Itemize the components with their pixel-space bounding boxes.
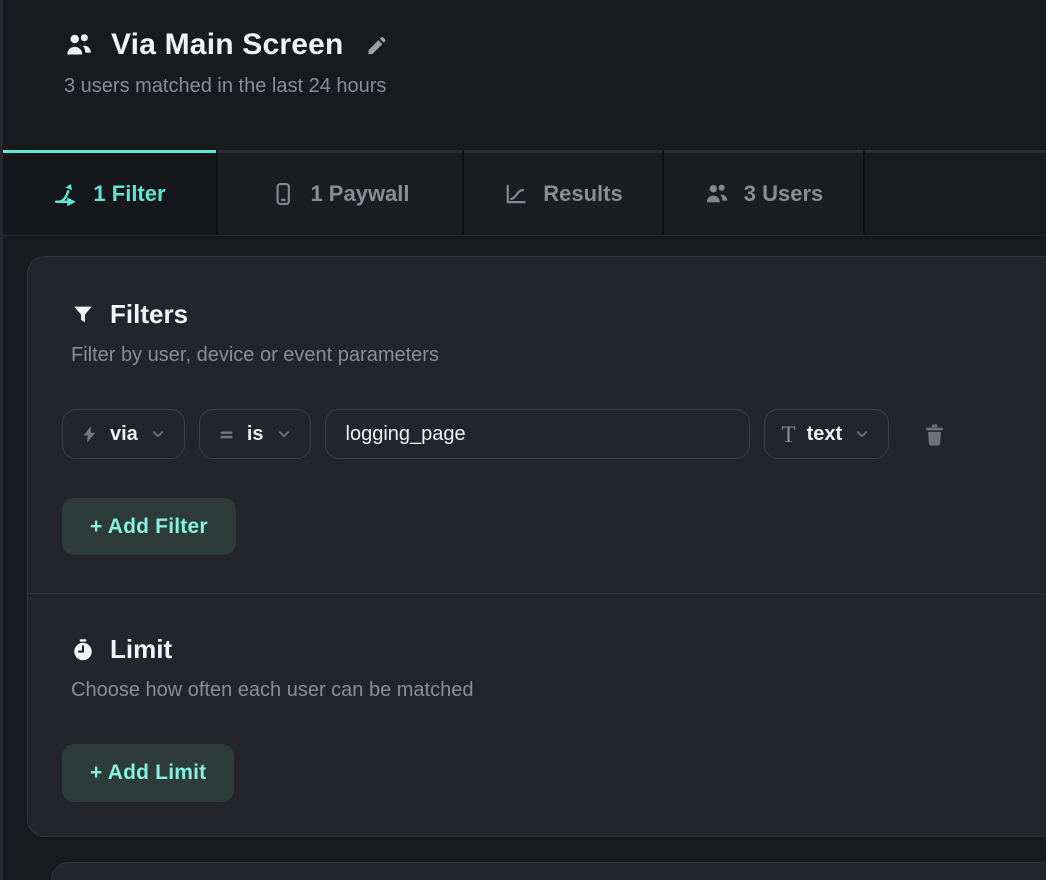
match-summary: 3 users matched in the last 24 hours (64, 75, 1046, 98)
chevron-down-icon (149, 425, 167, 443)
main-content: Filters Filter by user, device or event … (3, 236, 1046, 880)
tab-filter[interactable]: 1 Filter (3, 150, 216, 235)
tab-label: Results (543, 181, 622, 207)
audience-panel: Via Main Screen 3 users matched in the l… (0, 0, 1046, 880)
header: Via Main Screen 3 users matched in the l… (3, 0, 1046, 150)
field-label: via (110, 423, 138, 446)
section-title: Filters (110, 299, 188, 330)
text-type-icon: T (782, 423, 796, 446)
section-title: Limit (110, 634, 172, 665)
tab-results[interactable]: Results (464, 150, 662, 235)
operator-dropdown[interactable]: is (199, 409, 311, 459)
chevron-down-icon (275, 425, 293, 443)
delete-filter-button[interactable] (922, 422, 947, 447)
pencil-icon (365, 34, 388, 57)
add-limit-button[interactable]: + Add Limit (62, 744, 234, 802)
type-dropdown[interactable]: T text (764, 409, 890, 459)
equals-icon (217, 425, 236, 444)
tab-bar-filler (865, 150, 1046, 235)
next-card-top (51, 862, 1046, 880)
tab-label: 1 Paywall (310, 181, 409, 207)
users-icon (704, 181, 730, 207)
field-dropdown[interactable]: via (62, 409, 185, 459)
split-arrows-icon (53, 181, 79, 207)
chart-icon (503, 181, 529, 207)
filter-value-input[interactable] (325, 409, 750, 459)
tab-bar: 1 Filter 1 Paywall Results (3, 150, 1046, 236)
stopwatch-icon (71, 638, 95, 662)
tab-users[interactable]: 3 Users (664, 150, 863, 235)
limit-section: Limit Choose how often each user can be … (28, 594, 1046, 836)
operator-label: is (247, 423, 264, 446)
section-subtitle: Choose how often each user can be matche… (71, 679, 1046, 702)
page-title: Via Main Screen (111, 28, 344, 62)
phone-icon (270, 181, 296, 207)
type-label: text (807, 423, 843, 446)
section-subtitle: Filter by user, device or event paramete… (71, 344, 1046, 367)
chevron-down-icon (853, 425, 871, 443)
tab-label: 3 Users (744, 181, 824, 207)
rule-card: Filters Filter by user, device or event … (27, 256, 1046, 837)
trash-icon (922, 422, 947, 447)
tab-paywall[interactable]: 1 Paywall (218, 150, 462, 235)
tab-label: 1 Filter (93, 181, 165, 207)
funnel-icon (71, 303, 95, 327)
filters-section: Filters Filter by user, device or event … (28, 257, 1046, 593)
add-filter-button[interactable]: + Add Filter (62, 498, 236, 555)
edit-title-button[interactable] (365, 34, 388, 57)
users-icon (64, 30, 94, 60)
filter-row: via is (62, 409, 1046, 459)
lightning-icon (80, 425, 99, 444)
